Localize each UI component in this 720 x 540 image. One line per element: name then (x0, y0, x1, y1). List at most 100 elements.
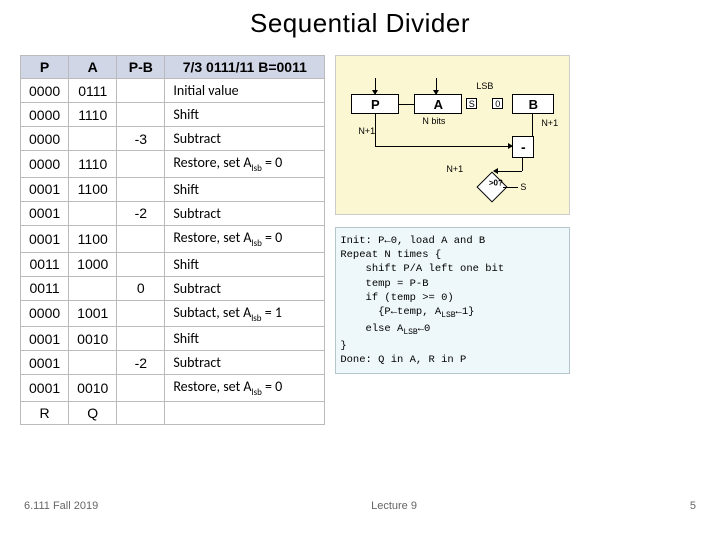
cell-desc: Shift (165, 177, 325, 201)
cell-pb (117, 327, 165, 351)
cell-desc: Subtract (165, 201, 325, 225)
right-column: P A B S 0 LSB N bits N+1 N+1 N+1 - >0? S (335, 55, 708, 374)
col-p: P (21, 56, 69, 79)
wire (375, 146, 512, 147)
cell-desc: Subtact, set Alsb = 1 (165, 300, 325, 327)
cell-p: 0001 (21, 225, 69, 252)
cell-pb (117, 103, 165, 127)
cell-pb: 0 (117, 276, 165, 300)
s-out: S (520, 182, 526, 192)
wire (375, 114, 376, 146)
a-lsb-box: S (466, 98, 477, 109)
cell-pb (117, 252, 165, 276)
nbits-label: N bits (422, 116, 445, 126)
cell-a: 0111 (69, 79, 117, 103)
cell-a: Q (69, 402, 117, 425)
table-row: 0001 -2Subtract (21, 351, 325, 375)
cell-p: 0001 (21, 201, 69, 225)
wire (399, 104, 414, 105)
cell-p: 0011 (21, 252, 69, 276)
cell-desc: Subtract (165, 127, 325, 151)
footer-right: 5 (690, 500, 696, 512)
page-title: Sequential Divider (0, 0, 720, 43)
cell-desc: Shift (165, 103, 325, 127)
cell-p: 0001 (21, 351, 69, 375)
cell-desc: Restore, set Alsb = 0 (165, 225, 325, 252)
col-pb: P-B (117, 56, 165, 79)
cell-a: 1001 (69, 300, 117, 327)
reg-p: P (351, 94, 399, 114)
cell-desc: Shift (165, 327, 325, 351)
wire (494, 171, 522, 172)
table-row: 00000111 Initial value (21, 79, 325, 103)
cell-p: 0000 (21, 103, 69, 127)
cell-a (69, 127, 117, 151)
table-row: 00010010Shift (21, 327, 325, 351)
trace-table: P A P-B 7/3 0111/11 B=0011 00000111Initi… (20, 55, 325, 425)
table-row: 00001001 Subtact, set Alsb = 1 (21, 300, 325, 327)
cell-desc: Initial value (165, 79, 325, 103)
b-msb-box: 0 (492, 98, 503, 109)
cell-desc: Shift (165, 252, 325, 276)
cell-desc (165, 402, 325, 425)
cell-p: 0000 (21, 300, 69, 327)
table-row: 00010010 Restore, set Alsb = 0 (21, 375, 325, 402)
cell-desc: Restore, set Alsb = 0 (165, 151, 325, 178)
cell-p: 0000 (21, 79, 69, 103)
cell-pb (117, 177, 165, 201)
cell-pb (117, 79, 165, 103)
cell-a: 0010 (69, 375, 117, 402)
table-row: 00001110 Shift (21, 103, 325, 127)
cell-a: 1110 (69, 103, 117, 127)
cell-pb: -3 (117, 127, 165, 151)
cell-a (69, 351, 117, 375)
cell-a: 1100 (69, 225, 117, 252)
content-area: P A P-B 7/3 0111/11 B=0011 00000111Initi… (0, 43, 720, 425)
table-row: 00011100 Restore, set Alsb = 0 (21, 225, 325, 252)
col-a: A (69, 56, 117, 79)
cell-a: 1110 (69, 151, 117, 178)
cell-pb (117, 151, 165, 178)
cell-p: 0001 (21, 177, 69, 201)
cell-desc: Restore, set Alsb = 0 (165, 375, 325, 402)
reg-b: B (512, 94, 554, 114)
cell-a (69, 276, 117, 300)
table-row: 0000 -3Subtract (21, 127, 325, 151)
table-row: 00011100 Shift (21, 177, 325, 201)
footer-center: Lecture 9 (371, 500, 417, 512)
wire (503, 187, 518, 188)
subtractor: - (512, 136, 534, 158)
table-row: 00111000 Shift (21, 252, 325, 276)
cell-pb: -2 (117, 201, 165, 225)
cell-p: 0001 (21, 375, 69, 402)
table-row: RQ (21, 402, 325, 425)
cell-p: 0011 (21, 276, 69, 300)
algorithm-box: Init: P←0, load A and B Repeat N times {… (335, 227, 570, 374)
np1-c: N+1 (446, 164, 463, 174)
cell-desc: Subtract (165, 351, 325, 375)
wire (375, 78, 376, 94)
cell-pb (117, 402, 165, 425)
table-row: 00001110 Restore, set Alsb = 0 (21, 151, 325, 178)
cell-desc: Subtract (165, 276, 325, 300)
np1-a: N+1 (358, 126, 375, 136)
cell-p: 0001 (21, 327, 69, 351)
cell-pb: -2 (117, 351, 165, 375)
block-diagram: P A B S 0 LSB N bits N+1 N+1 N+1 - >0? S (335, 55, 570, 215)
reg-a: A (414, 94, 462, 114)
trace-body: 00000111Initial value00001110Shift0000-3… (21, 79, 325, 425)
cell-pb (117, 375, 165, 402)
lsb-label: LSB (476, 81, 493, 91)
cell-a: 1100 (69, 177, 117, 201)
cell-a (69, 201, 117, 225)
cell-pb (117, 225, 165, 252)
np1-b: N+1 (541, 118, 558, 128)
cell-a: 1000 (69, 252, 117, 276)
cell-p: R (21, 402, 69, 425)
wire (522, 158, 523, 171)
cell-pb (117, 300, 165, 327)
wire (436, 78, 437, 94)
cell-p: 0000 (21, 151, 69, 178)
footer-left: 6.111 Fall 2019 (24, 500, 98, 512)
cell-p: 0000 (21, 127, 69, 151)
